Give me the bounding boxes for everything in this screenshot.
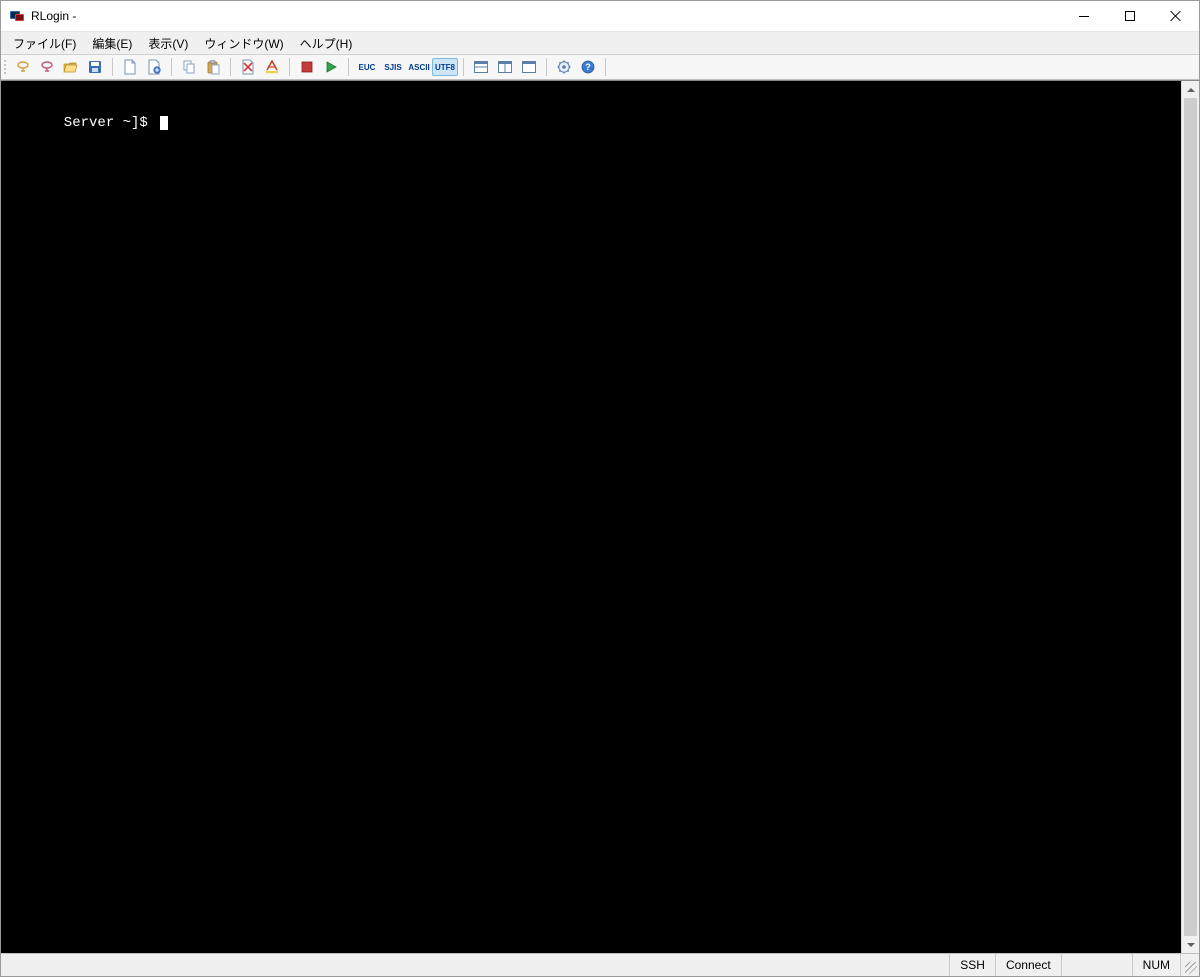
- menu-view[interactable]: 表示(V): [140, 33, 196, 54]
- new-document-button[interactable]: [118, 55, 142, 79]
- scroll-up-button[interactable]: [1182, 81, 1199, 98]
- resize-grip[interactable]: [1181, 954, 1199, 976]
- client-area: Server ~]$: [1, 80, 1199, 953]
- encoding-utf8[interactable]: UTF8: [432, 58, 458, 76]
- split-vertical-button[interactable]: [493, 55, 517, 79]
- terminal-prompt: Server ~]$: [5, 115, 156, 131]
- scroll-down-button[interactable]: [1182, 936, 1199, 953]
- status-message: [1, 954, 950, 976]
- split-horizontal-button[interactable]: [469, 55, 493, 79]
- connect-button[interactable]: [11, 55, 35, 79]
- menu-help[interactable]: ヘルプ(H): [292, 33, 361, 54]
- menu-window[interactable]: ウィンドウ(W): [196, 33, 291, 54]
- properties-button[interactable]: [142, 55, 166, 79]
- menu-edit[interactable]: 編集(E): [84, 33, 140, 54]
- menu-file[interactable]: ファイル(F): [5, 33, 84, 54]
- app-icon: [9, 8, 25, 24]
- status-connection: Connect: [996, 954, 1062, 976]
- status-caps: [1062, 954, 1133, 976]
- maximize-button[interactable]: [1107, 1, 1153, 31]
- font-color-button[interactable]: [260, 55, 284, 79]
- toolbar: EUC SJIS ASCII UTF8 ?: [1, 55, 1199, 80]
- svg-text:?: ?: [585, 62, 591, 72]
- disconnect-button[interactable]: [35, 55, 59, 79]
- settings-button[interactable]: [552, 55, 576, 79]
- app-window: RLogin - ファイル(F) 編集(E) 表示(V) ウィンドウ(W) ヘル…: [0, 0, 1200, 977]
- single-pane-button[interactable]: [517, 55, 541, 79]
- encoding-sjis[interactable]: SJIS: [380, 58, 406, 76]
- status-protocol: SSH: [950, 954, 996, 976]
- play-button[interactable]: [319, 55, 343, 79]
- menu-bar: ファイル(F) 編集(E) 表示(V) ウィンドウ(W) ヘルプ(H): [1, 32, 1199, 55]
- save-button[interactable]: [83, 55, 107, 79]
- encoding-euc[interactable]: EUC: [354, 58, 380, 76]
- stop-button[interactable]: [295, 55, 319, 79]
- terminal-cursor: [160, 116, 168, 130]
- scroll-track[interactable]: [1182, 98, 1199, 936]
- clear-log-button[interactable]: [236, 55, 260, 79]
- open-button[interactable]: [59, 55, 83, 79]
- scroll-thumb[interactable]: [1184, 98, 1197, 936]
- status-bar: SSH Connect NUM: [1, 953, 1199, 976]
- paste-button[interactable]: [201, 55, 225, 79]
- toolbar-grip[interactable]: [3, 58, 7, 76]
- terminal-pane[interactable]: Server ~]$: [1, 81, 1181, 953]
- encoding-ascii[interactable]: ASCII: [406, 58, 432, 76]
- help-button[interactable]: ?: [576, 55, 600, 79]
- window-title: RLogin -: [31, 9, 76, 23]
- title-bar: RLogin -: [1, 1, 1199, 32]
- minimize-button[interactable]: [1061, 1, 1107, 31]
- close-button[interactable]: [1153, 1, 1199, 31]
- copy-button[interactable]: [177, 55, 201, 79]
- vertical-scrollbar[interactable]: [1181, 81, 1199, 953]
- status-numlock: NUM: [1133, 954, 1181, 976]
